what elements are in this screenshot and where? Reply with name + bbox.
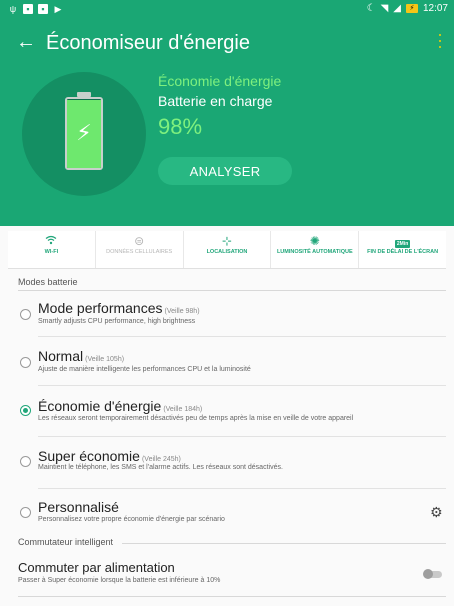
brightness-icon: ✺	[309, 234, 320, 248]
charging-bolt-icon: ⚡	[76, 120, 92, 145]
switch-by-power-item[interactable]: Commuter par alimentation Passer à Super…	[0, 556, 454, 596]
mode-description: Les réseaux seront temporairement désact…	[38, 415, 354, 422]
status-time: 12:07	[422, 3, 448, 14]
mode-standby: (Veille 184h)	[163, 406, 203, 413]
toggle-auto-brightness[interactable]: ✺ LUMINOSITÉ AUTOMATIQUE	[271, 231, 360, 268]
status-bar-system: ☾ ◥ ◢ ⚡ 12:07	[367, 3, 448, 14]
screen-timeout-icon: 2Min	[359, 235, 446, 248]
toggle-location[interactable]: ⊹ LOCALISATION	[184, 231, 272, 268]
overflow-menu-icon[interactable]	[438, 34, 442, 48]
battery-status-icon: ⚡	[405, 4, 418, 13]
radio-custom[interactable]	[20, 507, 31, 518]
radio-power-saving[interactable]	[20, 405, 31, 416]
quick-toggles-bar: WI-FI ⊜ DONNÉES CELLULAIRES ⊹ LOCALISATI…	[8, 231, 446, 269]
battery-percent: 98%	[158, 114, 203, 139]
radio-normal[interactable]	[20, 357, 31, 368]
mode-standby: (Veille 98h)	[164, 308, 200, 315]
charging-status: Batterie en charge	[158, 93, 273, 109]
title-bar: ← Économiseur d'énergie	[0, 28, 454, 58]
toggle-screen-timeout[interactable]: 2Min FIN DE DÉLAI DE L'ÉCRAN	[359, 231, 446, 268]
cellular-data-icon: ⊜	[134, 234, 145, 248]
divider	[38, 436, 446, 437]
battery-icon: ⚡	[65, 92, 103, 170]
play-icon: ▶	[54, 4, 62, 14]
gallery-icon: ▪	[23, 4, 33, 14]
mode-item-power-saving[interactable]: Économie d'énergie (Veille 184h) Les rése…	[0, 394, 454, 444]
status-bar: ψ ▪ ▪ ▶ ☾ ◥ ◢ ⚡ 12:07	[0, 0, 454, 22]
mode-title: Personnalisé	[38, 499, 119, 515]
back-arrow-icon[interactable]: ←	[16, 30, 36, 54]
mode-title: Mode performances	[38, 300, 163, 316]
section-divider	[18, 290, 446, 291]
mode-description: Personnalisez votre propre économie d'én…	[38, 516, 225, 523]
mode-description: Maintient le téléphone, les SMS et l'ala…	[38, 464, 283, 471]
header-panel: ψ ▪ ▪ ▶ ☾ ◥ ◢ ⚡ 12:07 ← Économiseur d'én…	[0, 0, 454, 226]
mode-item-performance[interactable]: Mode performances (Veille 98h) Smartly ad…	[0, 296, 454, 348]
toggle-wifi[interactable]: WI-FI	[8, 231, 96, 268]
mode-title: Super économie	[38, 448, 140, 464]
mode-standby: (Veille 105h)	[85, 356, 125, 363]
mode-description: Ajuste de manière intelligente les perfo…	[38, 366, 251, 373]
analyse-button[interactable]: ANALYSER	[158, 157, 292, 185]
photo-icon: ▪	[38, 4, 48, 14]
smart-switch-header: Commutateur intelligent	[18, 537, 114, 547]
mode-item-normal[interactable]: Normal (Veille 105h) Ajuste de manière in…	[0, 344, 454, 394]
switch-by-power-description: Passer à Super économie lorsque la batte…	[18, 577, 221, 584]
switch-by-power-toggle[interactable]	[423, 569, 442, 579]
signal-icon: ◢	[393, 3, 401, 14]
wifi-icon	[8, 235, 95, 247]
mode-standby: (Veille 245h)	[141, 456, 181, 463]
current-mode-label: Économie d'énergie	[158, 73, 282, 89]
notification-icon: ψ	[9, 4, 17, 14]
mode-title: Économie d'énergie	[38, 398, 162, 414]
mode-title: Normal	[38, 348, 84, 364]
divider	[38, 336, 446, 337]
screen-timeout-badge: 2Min	[394, 240, 411, 248]
radio-super-saving[interactable]	[20, 456, 31, 467]
battery-modes-header: Modes batterie	[18, 277, 78, 287]
location-icon: ⊹	[221, 234, 233, 248]
switch-by-power-title: Commuter par alimentation	[18, 560, 175, 575]
status-bar-notifications: ψ ▪ ▪ ▶	[8, 4, 63, 14]
section-divider	[122, 543, 446, 544]
gear-icon[interactable]: ⚙	[430, 505, 443, 519]
mode-item-custom[interactable]: Personnalisé Personnalisez votre propre …	[0, 496, 454, 538]
toggle-cellular-data[interactable]: ⊜ DONNÉES CELLULAIRES	[96, 231, 184, 268]
page-title: Économiseur d'énergie	[46, 32, 250, 54]
divider	[38, 488, 446, 489]
divider	[38, 385, 446, 386]
radio-performance[interactable]	[20, 309, 31, 320]
mode-item-super-saving[interactable]: Super économie (Veille 245h) Maintient le…	[0, 444, 454, 494]
bottom-divider	[18, 596, 446, 597]
wifi-signal-icon: ◥	[380, 3, 389, 14]
battery-saver-screen: ψ ▪ ▪ ▶ ☾ ◥ ◢ ⚡ 12:07 ← Économiseur d'én…	[0, 0, 454, 606]
moon-icon: ☾	[366, 3, 376, 14]
mode-description: Smartly adjusts CPU performance, high br…	[38, 318, 196, 325]
